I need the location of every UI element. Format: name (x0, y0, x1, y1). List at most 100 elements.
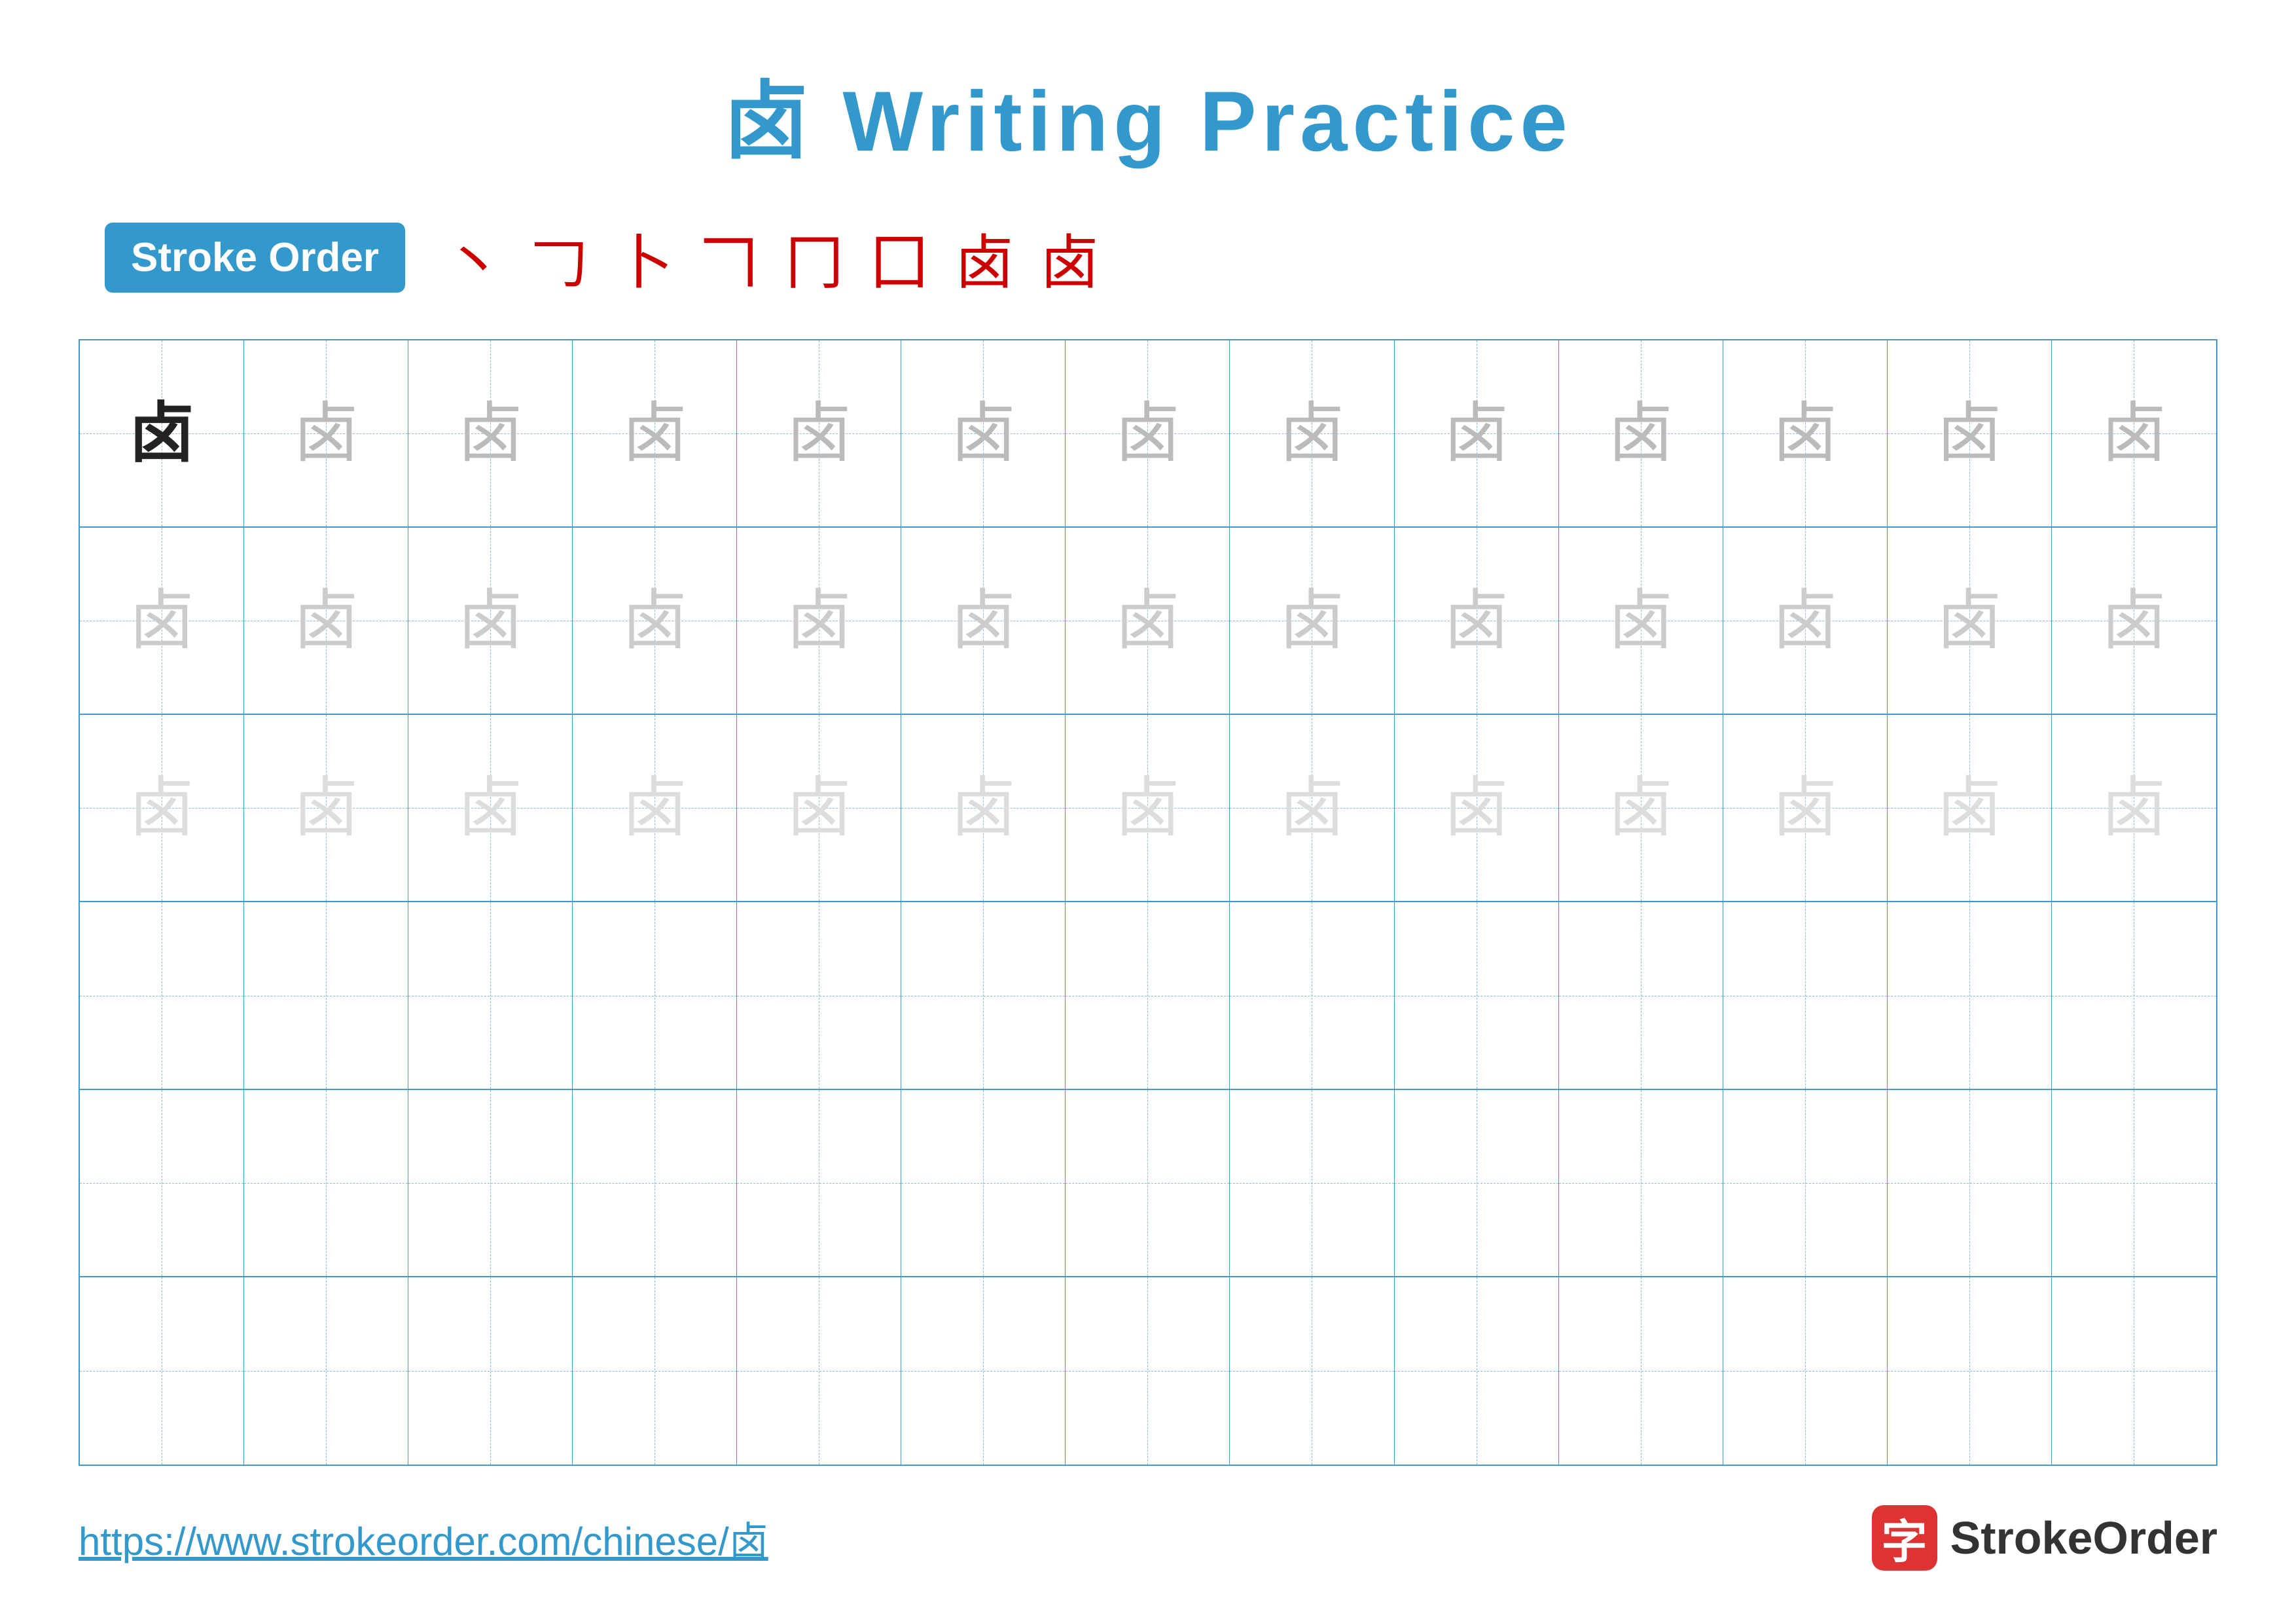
cell-2-9[interactable]: 卤 (1395, 528, 1559, 714)
char-display: 卤 (622, 588, 687, 653)
cell-3-8[interactable]: 卤 (1230, 715, 1394, 901)
cell-1-8[interactable]: 卤 (1230, 340, 1394, 526)
logo-icon: 字 (1872, 1505, 1937, 1571)
char-display: 卤 (1937, 588, 2002, 653)
cell-6-9[interactable] (1395, 1277, 1559, 1465)
cell-1-2[interactable]: 卤 (244, 340, 408, 526)
cell-5-10[interactable] (1559, 1090, 1723, 1276)
cell-5-8[interactable] (1230, 1090, 1394, 1276)
cell-1-1[interactable]: 卤 (80, 340, 244, 526)
cell-1-4[interactable]: 卤 (573, 340, 737, 526)
cell-5-9[interactable] (1395, 1090, 1559, 1276)
cell-5-5[interactable] (737, 1090, 901, 1276)
cell-2-2[interactable]: 卤 (244, 528, 408, 714)
cell-5-4[interactable] (573, 1090, 737, 1276)
cell-4-12[interactable] (1888, 902, 2052, 1088)
cell-3-5[interactable]: 卤 (737, 715, 901, 901)
cell-3-2[interactable]: 卤 (244, 715, 408, 901)
char-display: 卤 (293, 775, 359, 841)
cell-3-6[interactable]: 卤 (901, 715, 1066, 901)
cell-6-7[interactable] (1066, 1277, 1230, 1465)
cell-1-10[interactable]: 卤 (1559, 340, 1723, 526)
cell-4-2[interactable] (244, 902, 408, 1088)
cell-2-13[interactable]: 卤 (2052, 528, 2216, 714)
char-display: 卤 (786, 775, 852, 841)
cell-3-10[interactable]: 卤 (1559, 715, 1723, 901)
cell-3-7[interactable]: 卤 (1066, 715, 1230, 901)
footer-url[interactable]: https://www.strokeorder.com/chinese/卤 (79, 1510, 768, 1567)
cell-4-5[interactable] (737, 902, 901, 1088)
cell-6-10[interactable] (1559, 1277, 1723, 1465)
cell-6-1[interactable] (80, 1277, 244, 1465)
cell-3-13[interactable]: 卤 (2052, 715, 2216, 901)
char-display: 卤 (1772, 401, 1838, 466)
cell-2-10[interactable]: 卤 (1559, 528, 1723, 714)
stroke-3: 卜 (615, 215, 673, 300)
cell-2-11[interactable]: 卤 (1723, 528, 1888, 714)
stroke-5: 冂 (785, 215, 844, 300)
cell-1-13[interactable]: 卤 (2052, 340, 2216, 526)
cell-4-1[interactable] (80, 902, 244, 1088)
cell-3-1[interactable]: 卤 (80, 715, 244, 901)
cell-2-5[interactable]: 卤 (737, 528, 901, 714)
char-display: 卤 (129, 401, 194, 466)
cell-2-3[interactable]: 卤 (408, 528, 573, 714)
stroke-7: 卤 (955, 215, 1014, 300)
char-display: 卤 (457, 775, 523, 841)
cell-4-7[interactable] (1066, 902, 1230, 1088)
cell-2-12[interactable]: 卤 (1888, 528, 2052, 714)
cell-4-3[interactable] (408, 902, 573, 1088)
cell-4-6[interactable] (901, 902, 1066, 1088)
cell-5-7[interactable] (1066, 1090, 1230, 1276)
cell-3-9[interactable]: 卤 (1395, 715, 1559, 901)
char-display: 卤 (1115, 588, 1180, 653)
cell-3-11[interactable]: 卤 (1723, 715, 1888, 901)
stroke-6: 囗 (870, 215, 929, 300)
cell-1-6[interactable]: 卤 (901, 340, 1066, 526)
cell-2-8[interactable]: 卤 (1230, 528, 1394, 714)
cell-1-12[interactable]: 卤 (1888, 340, 2052, 526)
cell-6-2[interactable] (244, 1277, 408, 1465)
cell-6-5[interactable] (737, 1277, 901, 1465)
cell-5-13[interactable] (2052, 1090, 2216, 1276)
cell-4-8[interactable] (1230, 902, 1394, 1088)
cell-5-6[interactable] (901, 1090, 1066, 1276)
cell-6-11[interactable] (1723, 1277, 1888, 1465)
cell-5-3[interactable] (408, 1090, 573, 1276)
cell-3-4[interactable]: 卤 (573, 715, 737, 901)
cell-6-3[interactable] (408, 1277, 573, 1465)
char-display: 卤 (293, 401, 359, 466)
cell-2-4[interactable]: 卤 (573, 528, 737, 714)
cell-5-1[interactable] (80, 1090, 244, 1276)
cell-4-10[interactable] (1559, 902, 1723, 1088)
cell-6-8[interactable] (1230, 1277, 1394, 1465)
footer: https://www.strokeorder.com/chinese/卤 字 … (79, 1505, 2217, 1571)
cell-5-2[interactable] (244, 1090, 408, 1276)
cell-6-12[interactable] (1888, 1277, 2052, 1465)
cell-4-4[interactable] (573, 902, 737, 1088)
cell-6-13[interactable] (2052, 1277, 2216, 1465)
cell-6-6[interactable] (901, 1277, 1066, 1465)
cell-4-13[interactable] (2052, 902, 2216, 1088)
cell-6-4[interactable] (573, 1277, 737, 1465)
cell-1-5[interactable]: 卤 (737, 340, 901, 526)
cell-1-11[interactable]: 卤 (1723, 340, 1888, 526)
cell-3-12[interactable]: 卤 (1888, 715, 2052, 901)
char-display: 卤 (1608, 775, 1674, 841)
char-display: 卤 (1608, 401, 1674, 466)
cell-2-7[interactable]: 卤 (1066, 528, 1230, 714)
char-display: 卤 (2101, 775, 2166, 841)
char-display: 卤 (950, 401, 1016, 466)
stroke-2: 𠃌 (529, 215, 588, 300)
cell-2-6[interactable]: 卤 (901, 528, 1066, 714)
cell-4-11[interactable] (1723, 902, 1888, 1088)
grid-row-4 (80, 902, 2216, 1089)
cell-3-3[interactable]: 卤 (408, 715, 573, 901)
cell-2-1[interactable]: 卤 (80, 528, 244, 714)
cell-5-11[interactable] (1723, 1090, 1888, 1276)
cell-4-9[interactable] (1395, 902, 1559, 1088)
cell-1-7[interactable]: 卤 (1066, 340, 1230, 526)
cell-1-9[interactable]: 卤 (1395, 340, 1559, 526)
cell-1-3[interactable]: 卤 (408, 340, 573, 526)
cell-5-12[interactable] (1888, 1090, 2052, 1276)
